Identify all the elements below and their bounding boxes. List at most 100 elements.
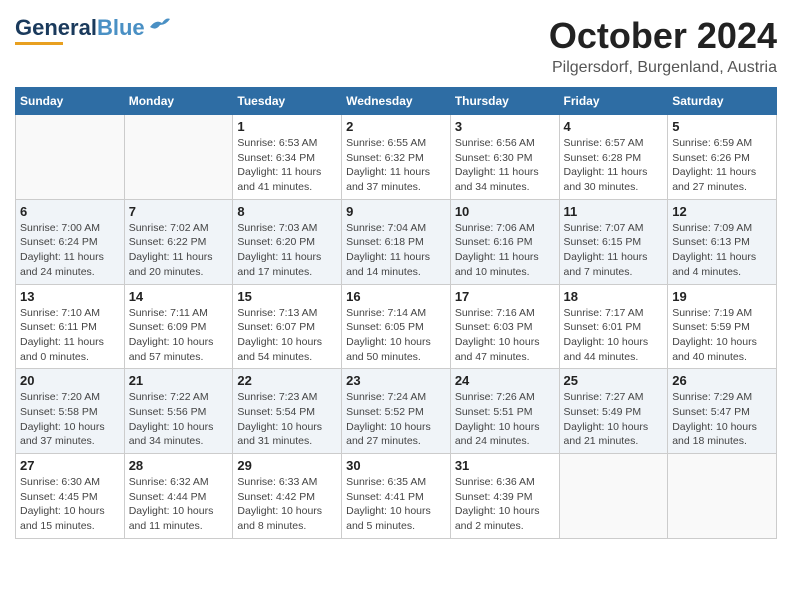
calendar-cell: 22 Sunrise: 7:23 AM Sunset: 5:54 PM Dayli… <box>233 369 342 454</box>
day-info: Sunrise: 6:30 AM Sunset: 4:45 PM Dayligh… <box>20 475 120 534</box>
day-info: Sunrise: 6:59 AM Sunset: 6:26 PM Dayligh… <box>672 136 772 195</box>
month-title: October 2024 <box>549 15 777 57</box>
calendar-table: SundayMondayTuesdayWednesdayThursdayFrid… <box>15 87 777 539</box>
logo-blue: Blue <box>97 15 145 41</box>
day-number: 11 <box>564 204 664 219</box>
day-number: 24 <box>455 373 555 388</box>
day-number: 18 <box>564 289 664 304</box>
day-number: 17 <box>455 289 555 304</box>
calendar-cell: 24 Sunrise: 7:26 AM Sunset: 5:51 PM Dayli… <box>450 369 559 454</box>
calendar-cell: 11 Sunrise: 7:07 AM Sunset: 6:15 PM Dayli… <box>559 199 668 284</box>
logo: General Blue <box>15 15 170 45</box>
day-info: Sunrise: 7:17 AM Sunset: 6:01 PM Dayligh… <box>564 306 664 365</box>
calendar-cell <box>16 115 125 200</box>
day-number: 21 <box>129 373 229 388</box>
day-info: Sunrise: 7:07 AM Sunset: 6:15 PM Dayligh… <box>564 221 664 280</box>
day-number: 27 <box>20 458 120 473</box>
logo-general: General <box>15 15 97 41</box>
day-number: 29 <box>237 458 337 473</box>
location-subtitle: Pilgersdorf, Burgenland, Austria <box>549 59 777 77</box>
calendar-cell: 8Sunrise: 7:03 AM Sunset: 6:20 PM Daylig… <box>233 199 342 284</box>
day-number: 20 <box>20 373 120 388</box>
day-number: 14 <box>129 289 229 304</box>
day-number: 22 <box>237 373 337 388</box>
calendar-cell: 2Sunrise: 6:55 AM Sunset: 6:32 PM Daylig… <box>342 115 451 200</box>
column-header-monday: Monday <box>124 88 233 115</box>
calendar-week-row: 27 Sunrise: 6:30 AM Sunset: 4:45 PM Dayli… <box>16 454 777 539</box>
day-info: Sunrise: 7:00 AM Sunset: 6:24 PM Dayligh… <box>20 221 120 280</box>
day-number: 13 <box>20 289 120 304</box>
calendar-cell: 3Sunrise: 6:56 AM Sunset: 6:30 PM Daylig… <box>450 115 559 200</box>
day-info: Sunrise: 7:16 AM Sunset: 6:03 PM Dayligh… <box>455 306 555 365</box>
column-header-sunday: Sunday <box>16 88 125 115</box>
column-header-saturday: Saturday <box>668 88 777 115</box>
day-info: Sunrise: 7:14 AM Sunset: 6:05 PM Dayligh… <box>346 306 446 365</box>
calendar-cell: 23 Sunrise: 7:24 AM Sunset: 5:52 PM Dayli… <box>342 369 451 454</box>
day-info: Sunrise: 6:57 AM Sunset: 6:28 PM Dayligh… <box>564 136 664 195</box>
day-info: Sunrise: 7:06 AM Sunset: 6:16 PM Dayligh… <box>455 221 555 280</box>
calendar-cell: 4 Sunrise: 6:57 AM Sunset: 6:28 PM Daylig… <box>559 115 668 200</box>
day-info: Sunrise: 7:24 AM Sunset: 5:52 PM Dayligh… <box>346 390 446 449</box>
day-number: 8 <box>237 204 337 219</box>
calendar-week-row: 13Sunrise: 7:10 AM Sunset: 6:11 PM Dayli… <box>16 284 777 369</box>
day-info: Sunrise: 7:29 AM Sunset: 5:47 PM Dayligh… <box>672 390 772 449</box>
day-number: 1 <box>237 119 337 134</box>
calendar-cell: 6Sunrise: 7:00 AM Sunset: 6:24 PM Daylig… <box>16 199 125 284</box>
calendar-cell: 15Sunrise: 7:13 AM Sunset: 6:07 PM Dayli… <box>233 284 342 369</box>
day-number: 23 <box>346 373 446 388</box>
day-info: Sunrise: 6:35 AM Sunset: 4:41 PM Dayligh… <box>346 475 446 534</box>
calendar-cell: 14 Sunrise: 7:11 AM Sunset: 6:09 PM Dayli… <box>124 284 233 369</box>
day-number: 31 <box>455 458 555 473</box>
day-info: Sunrise: 7:26 AM Sunset: 5:51 PM Dayligh… <box>455 390 555 449</box>
day-info: Sunrise: 7:23 AM Sunset: 5:54 PM Dayligh… <box>237 390 337 449</box>
calendar-week-row: 6Sunrise: 7:00 AM Sunset: 6:24 PM Daylig… <box>16 199 777 284</box>
calendar-cell: 20 Sunrise: 7:20 AM Sunset: 5:58 PM Dayli… <box>16 369 125 454</box>
day-number: 7 <box>129 204 229 219</box>
calendar-cell: 19 Sunrise: 7:19 AM Sunset: 5:59 PM Dayli… <box>668 284 777 369</box>
day-number: 9 <box>346 204 446 219</box>
column-header-tuesday: Tuesday <box>233 88 342 115</box>
day-number: 16 <box>346 289 446 304</box>
day-number: 10 <box>455 204 555 219</box>
calendar-header-row: SundayMondayTuesdayWednesdayThursdayFrid… <box>16 88 777 115</box>
day-info: Sunrise: 6:32 AM Sunset: 4:44 PM Dayligh… <box>129 475 229 534</box>
day-info: Sunrise: 7:04 AM Sunset: 6:18 PM Dayligh… <box>346 221 446 280</box>
logo-bird-icon <box>148 17 170 35</box>
day-info: Sunrise: 7:11 AM Sunset: 6:09 PM Dayligh… <box>129 306 229 365</box>
calendar-cell: 21Sunrise: 7:22 AM Sunset: 5:56 PM Dayli… <box>124 369 233 454</box>
day-info: Sunrise: 7:19 AM Sunset: 5:59 PM Dayligh… <box>672 306 772 365</box>
day-info: Sunrise: 7:09 AM Sunset: 6:13 PM Dayligh… <box>672 221 772 280</box>
calendar-cell: 5 Sunrise: 6:59 AM Sunset: 6:26 PM Daylig… <box>668 115 777 200</box>
calendar-cell: 12 Sunrise: 7:09 AM Sunset: 6:13 PM Dayli… <box>668 199 777 284</box>
column-header-wednesday: Wednesday <box>342 88 451 115</box>
day-info: Sunrise: 6:56 AM Sunset: 6:30 PM Dayligh… <box>455 136 555 195</box>
day-number: 4 <box>564 119 664 134</box>
calendar-week-row: 1 Sunrise: 6:53 AM Sunset: 6:34 PM Daylig… <box>16 115 777 200</box>
day-info: Sunrise: 6:53 AM Sunset: 6:34 PM Dayligh… <box>237 136 337 195</box>
calendar-cell: 13Sunrise: 7:10 AM Sunset: 6:11 PM Dayli… <box>16 284 125 369</box>
calendar-cell: 30 Sunrise: 6:35 AM Sunset: 4:41 PM Dayli… <box>342 454 451 539</box>
calendar-cell: 28 Sunrise: 6:32 AM Sunset: 4:44 PM Dayli… <box>124 454 233 539</box>
day-info: Sunrise: 7:02 AM Sunset: 6:22 PM Dayligh… <box>129 221 229 280</box>
page-header: General Blue October 2024 Pilgersdorf, B… <box>15 15 777 77</box>
calendar-cell: 17 Sunrise: 7:16 AM Sunset: 6:03 PM Dayli… <box>450 284 559 369</box>
day-info: Sunrise: 7:20 AM Sunset: 5:58 PM Dayligh… <box>20 390 120 449</box>
calendar-cell: 1 Sunrise: 6:53 AM Sunset: 6:34 PM Daylig… <box>233 115 342 200</box>
calendar-cell: 27 Sunrise: 6:30 AM Sunset: 4:45 PM Dayli… <box>16 454 125 539</box>
day-number: 30 <box>346 458 446 473</box>
day-number: 19 <box>672 289 772 304</box>
calendar-cell: 10 Sunrise: 7:06 AM Sunset: 6:16 PM Dayli… <box>450 199 559 284</box>
day-info: Sunrise: 7:27 AM Sunset: 5:49 PM Dayligh… <box>564 390 664 449</box>
day-number: 12 <box>672 204 772 219</box>
calendar-cell <box>559 454 668 539</box>
calendar-cell: 26 Sunrise: 7:29 AM Sunset: 5:47 PM Dayli… <box>668 369 777 454</box>
calendar-cell: 7 Sunrise: 7:02 AM Sunset: 6:22 PM Daylig… <box>124 199 233 284</box>
calendar-cell: 9 Sunrise: 7:04 AM Sunset: 6:18 PM Daylig… <box>342 199 451 284</box>
day-number: 26 <box>672 373 772 388</box>
day-number: 28 <box>129 458 229 473</box>
calendar-cell: 16 Sunrise: 7:14 AM Sunset: 6:05 PM Dayli… <box>342 284 451 369</box>
calendar-cell <box>668 454 777 539</box>
title-section: October 2024 Pilgersdorf, Burgenland, Au… <box>549 15 777 77</box>
calendar-week-row: 20 Sunrise: 7:20 AM Sunset: 5:58 PM Dayli… <box>16 369 777 454</box>
day-number: 5 <box>672 119 772 134</box>
